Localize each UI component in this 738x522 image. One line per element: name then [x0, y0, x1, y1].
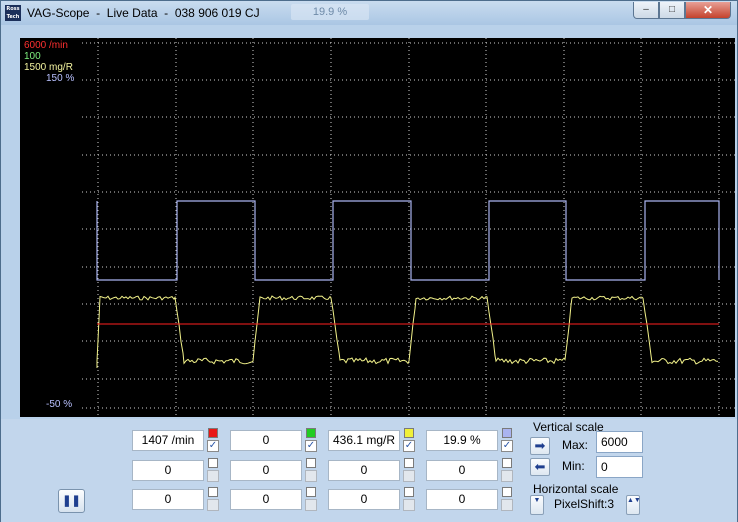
channel-4-checkbox[interactable]: ✓ [501, 440, 513, 452]
channel-8-value: 0 [426, 460, 498, 481]
ch4-max-label: 150 % [46, 73, 75, 84]
channel-6-color-swatch[interactable] [306, 458, 316, 468]
channel-2-value: 0 [230, 430, 302, 451]
channel-7-value: 0 [328, 460, 400, 481]
channel-10-color-swatch[interactable] [306, 487, 316, 497]
vertical-scale-up-arrow-icon[interactable]: ➡ [530, 437, 550, 455]
channel-2-color-swatch[interactable] [306, 428, 316, 438]
channel-5-value: 0 [132, 460, 204, 481]
channel-8-color-swatch[interactable] [502, 458, 512, 468]
minimize-button[interactable]: – [633, 2, 659, 19]
ch1-max-label: 6000 /min [24, 40, 68, 51]
channel-4-color-swatch[interactable] [502, 428, 512, 438]
vertical-min-input[interactable]: 0 [596, 456, 643, 478]
channel-12-color-swatch[interactable] [502, 487, 512, 497]
channel-11-value: 0 [328, 489, 400, 510]
scope-plot: 6000 /min 100 1500 mg/R 150 % -50 % [20, 38, 735, 417]
channel-1-value: 1407 /min [132, 430, 204, 451]
ch3-max-label: 1500 mg/R [24, 62, 73, 73]
channel-3-checkbox[interactable]: ✓ [403, 440, 415, 452]
channel-3-value: 436.1 mg/R [328, 430, 400, 451]
vertical-scale-down-arrow-icon[interactable]: ⬅ [530, 458, 550, 476]
channel-9-color-swatch[interactable] [208, 487, 218, 497]
channel-3-color-swatch[interactable] [404, 428, 414, 438]
channel-11-color-swatch[interactable] [404, 487, 414, 497]
horizontal-scale-label: Horizontal scale [533, 482, 619, 496]
ross-tech-logo-icon: Ross Tech [5, 5, 21, 21]
channel-5-color-swatch[interactable] [208, 458, 218, 468]
channel-12-value: 0 [426, 489, 498, 510]
horizontal-scale-value: PixelShift:3 [554, 497, 615, 511]
channel-8-checkbox[interactable] [501, 470, 513, 482]
vertical-min-label: Min: [562, 459, 585, 473]
vag-scope-window: Ross Tech VAG-Scope - Live Data - 038 90… [0, 0, 738, 522]
channel-5-checkbox[interactable] [207, 470, 219, 482]
channel-1-checkbox[interactable]: ✓ [207, 440, 219, 452]
channel-9-value: 0 [132, 489, 204, 510]
ch2-max-label: 100 [24, 51, 41, 62]
channel-6-checkbox[interactable] [305, 470, 317, 482]
title-overlay-value: 19.9 % [291, 4, 369, 20]
scope-graph [82, 38, 735, 417]
window-title: VAG-Scope - Live Data - 038 906 019 CJ [27, 6, 260, 20]
vertical-scale-label: Vertical scale [533, 420, 604, 434]
horizontal-scale-spinner-right[interactable]: ▲▼ [626, 495, 641, 515]
channel-12-checkbox[interactable] [501, 499, 513, 511]
ch4-min-label: -50 % [46, 399, 73, 410]
horizontal-scale-spinner-left[interactable]: ▼ [530, 495, 544, 515]
channel-6-value: 0 [230, 460, 302, 481]
channel-10-checkbox[interactable] [305, 499, 317, 511]
pause-button[interactable]: ❚❚ [58, 489, 85, 513]
maximize-button[interactable]: □ [659, 2, 685, 19]
title-bar[interactable]: Ross Tech VAG-Scope - Live Data - 038 90… [1, 1, 737, 25]
channel-11-checkbox[interactable] [403, 499, 415, 511]
vertical-max-label: Max: [562, 438, 589, 452]
channel-2-checkbox[interactable]: ✓ [305, 440, 317, 452]
close-button[interactable]: ✕ [685, 2, 731, 19]
channel-7-color-swatch[interactable] [404, 458, 414, 468]
channel-1-color-swatch[interactable] [208, 428, 218, 438]
channel-10-value: 0 [230, 489, 302, 510]
channel-3-trace [96, 295, 719, 368]
channel-4-trace [96, 200, 720, 281]
channel-7-checkbox[interactable] [403, 470, 415, 482]
vertical-max-input[interactable]: 6000 [596, 431, 643, 453]
channel-9-checkbox[interactable] [207, 499, 219, 511]
channel-4-value: 19.9 % [426, 430, 498, 451]
